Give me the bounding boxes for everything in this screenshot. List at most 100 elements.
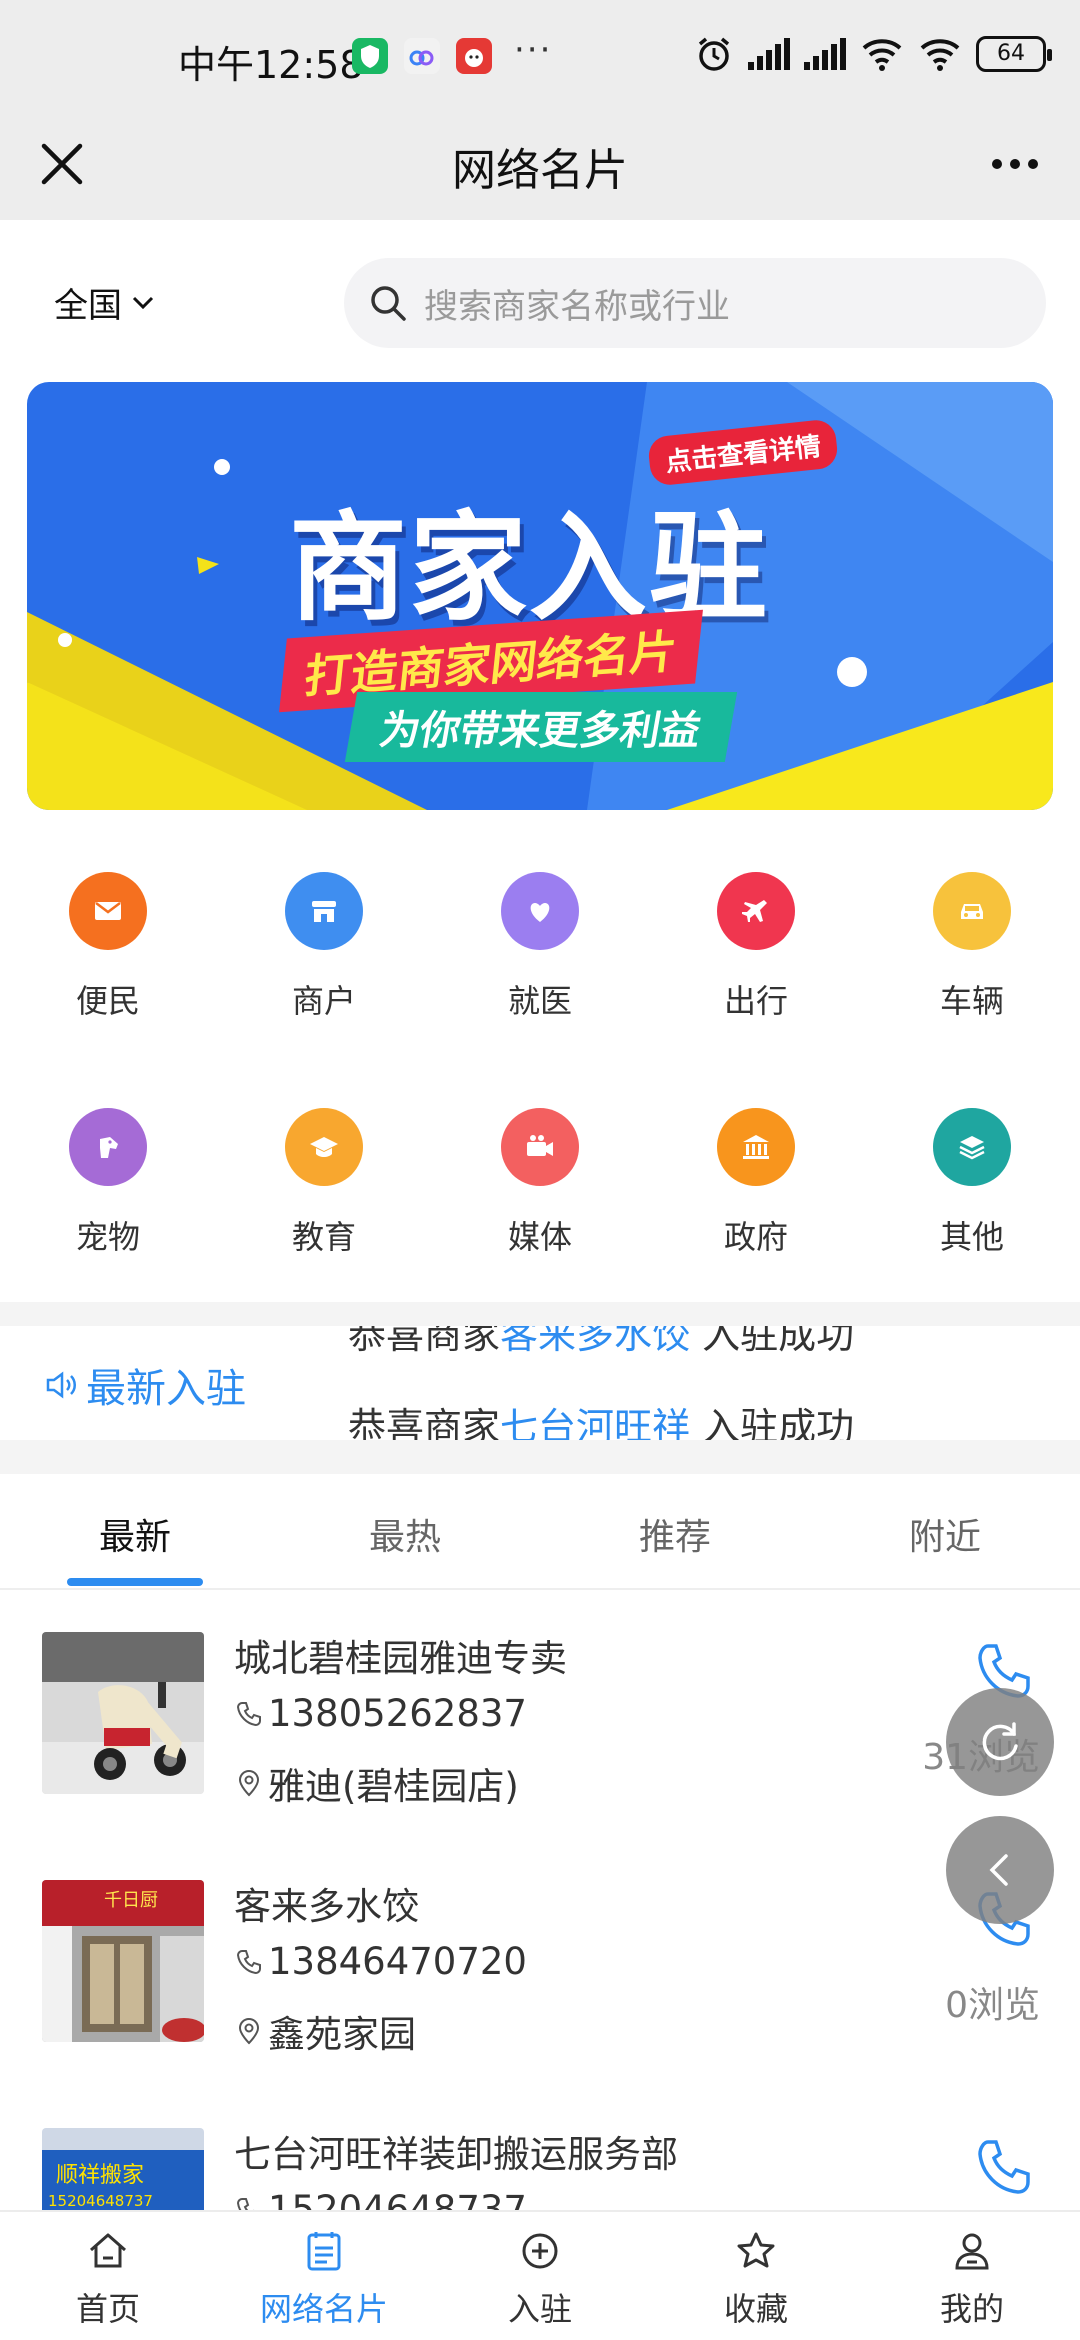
phone-number: 13805262837 xyxy=(268,1692,527,1735)
nav-join[interactable]: 入驻 xyxy=(432,2226,648,2330)
latest-join-notice[interactable]: 最新入驻 恭喜商家客来多水饺 入驻成功 恭喜商家七台河旺祥 入驻成功 xyxy=(0,1326,1080,1440)
dog-icon xyxy=(69,1108,147,1186)
category-label: 商户 xyxy=(291,982,356,1020)
nav-business-card[interactable]: 网络名片 xyxy=(216,2226,432,2330)
mascot-app-icon xyxy=(456,38,492,74)
ticker-prefix: 恭喜商家 xyxy=(348,1405,501,1440)
cloud-app-icon xyxy=(404,38,440,74)
more-options-button[interactable] xyxy=(980,132,1050,196)
card-list-icon xyxy=(307,2232,341,2271)
nav-label: 网络名片 xyxy=(259,2290,388,2328)
ticker-prefix: 恭喜商家 xyxy=(348,1326,501,1357)
tab-recommended[interactable]: 推荐 xyxy=(540,1508,810,1560)
notice-title: 最新入驻 xyxy=(86,1366,246,1412)
ticker-suffix: 入驻成功 xyxy=(702,1405,855,1440)
category-label: 宠物 xyxy=(75,1218,140,1256)
nav-home[interactable]: 首页 xyxy=(0,2226,216,2330)
view-count: 0浏览 xyxy=(945,1985,1040,2026)
search-input[interactable]: 搜索商家名称或行业 xyxy=(344,258,1046,348)
car-icon xyxy=(933,872,1011,950)
shop-sign-text: 千日厨 xyxy=(104,1890,158,1911)
layers-icon xyxy=(933,1108,1011,1186)
merchant-name: 城北碧桂园雅迪专卖 xyxy=(234,1637,567,1680)
phone-outline-icon xyxy=(236,1701,261,1726)
nav-favorites[interactable]: 收藏 xyxy=(648,2226,864,2330)
category-education[interactable]: 教育 xyxy=(216,1108,432,1258)
graduation-cap-icon xyxy=(285,1108,363,1186)
category-label: 便民 xyxy=(75,982,140,1020)
active-tab-indicator xyxy=(67,1578,203,1586)
ticker-suffix: 入驻成功 xyxy=(702,1326,855,1357)
cell-signal-icon xyxy=(748,38,790,70)
location-pin-icon xyxy=(238,1769,260,1797)
category-label: 教育 xyxy=(291,1218,356,1256)
refresh-button[interactable] xyxy=(946,1688,1054,1796)
search-placeholder: 搜索商家名称或行业 xyxy=(424,286,730,327)
category-media[interactable]: 媒体 xyxy=(432,1108,648,1258)
tab-hottest[interactable]: 最热 xyxy=(270,1508,540,1560)
category-label: 其他 xyxy=(939,1218,1004,1256)
nav-label: 我的 xyxy=(939,2290,1004,2328)
ticker-merchant-name: 七台河旺祥 xyxy=(500,1405,691,1440)
category-convenience[interactable]: 便民 xyxy=(0,872,216,1022)
wifi-icon xyxy=(920,39,960,71)
title-bar: 网络名片 xyxy=(0,110,1080,220)
nav-profile[interactable]: 我的 xyxy=(864,2226,1080,2330)
address-text: 雅迪(碧桂园店) xyxy=(268,1765,519,1808)
category-vehicles[interactable]: 车辆 xyxy=(864,872,1080,1022)
category-merchant[interactable]: 商户 xyxy=(216,872,432,1022)
speaker-icon xyxy=(46,1371,76,1399)
cell-signal-icon xyxy=(804,38,846,70)
page-title: 网络名片 xyxy=(452,145,628,196)
back-button[interactable] xyxy=(946,1816,1054,1924)
category-other[interactable]: 其他 xyxy=(864,1108,1080,1258)
mail-icon xyxy=(69,872,147,950)
tab-nearby[interactable]: 附近 xyxy=(810,1508,1080,1560)
wifi-icon xyxy=(862,39,902,71)
moving-phone-text: 15204648737 xyxy=(48,2192,153,2210)
listing-tabs: 最新 最热 推荐 附近 xyxy=(0,1474,1080,1590)
plane-icon xyxy=(717,872,795,950)
government-building-icon xyxy=(717,1108,795,1186)
chevron-down-icon xyxy=(132,296,154,309)
video-camera-icon xyxy=(501,1108,579,1186)
status-indicators: 64 xyxy=(694,34,1052,74)
divider xyxy=(0,1440,1080,1474)
address-text: 鑫苑家园 xyxy=(268,2013,416,2056)
ticker-item: 恭喜商家七台河旺祥 入驻成功 xyxy=(348,1396,854,1440)
list-item[interactable]: 千日厨 客来多水饺 13846470720 鑫苑家园 0浏览 xyxy=(0,1838,1080,2086)
divider xyxy=(0,1302,1080,1326)
app-screen: 中午12:58 ··· 64 网络名片 全国 搜索商家名称或行业 点击查看详情 … xyxy=(0,0,1080,2340)
category-label: 就医 xyxy=(507,982,572,1020)
nav-label: 收藏 xyxy=(723,2290,788,2328)
nav-label: 首页 xyxy=(75,2290,140,2328)
nav-label: 入驻 xyxy=(507,2290,572,2328)
battery-indicator: 64 xyxy=(976,36,1052,72)
category-medical[interactable]: 就医 xyxy=(432,872,648,1022)
ticker-item: 恭喜商家客来多水饺 入驻成功 xyxy=(348,1326,854,1359)
promo-banner[interactable]: 点击查看详情 商家入驻 打造商家网络名片 为你带来更多利益 xyxy=(27,382,1053,810)
user-icon xyxy=(955,2233,989,2270)
merchant-address: 雅迪(碧桂园店) xyxy=(234,1756,519,1810)
category-travel[interactable]: 出行 xyxy=(648,872,864,1022)
moving-sign-text: 顺祥搬家 xyxy=(56,2163,144,2188)
refresh-icon xyxy=(982,1722,1018,1761)
store-icon xyxy=(285,872,363,950)
region-selector[interactable]: 全国 xyxy=(54,278,158,327)
shield-app-icon xyxy=(352,38,388,74)
category-government[interactable]: 政府 xyxy=(648,1108,864,1258)
merchant-phone[interactable]: 13846470720 xyxy=(234,1940,527,1983)
tab-newest[interactable]: 最新 xyxy=(0,1508,270,1560)
status-bar: 中午12:58 ··· 64 xyxy=(0,0,1080,110)
category-pets[interactable]: 宠物 xyxy=(0,1108,216,1258)
merchant-phone[interactable]: 13805262837 xyxy=(234,1692,527,1735)
list-item[interactable]: 城北碧桂园雅迪专卖 13805262837 雅迪(碧桂园店) 31浏览 xyxy=(0,1590,1080,1838)
merchant-name: 七台河旺祥装卸搬运服务部 xyxy=(234,2133,678,2176)
merchant-thumbnail: 千日厨 xyxy=(42,1880,204,2042)
home-icon xyxy=(90,2233,126,2268)
alarm-icon xyxy=(698,37,730,71)
status-more-dots: ··· xyxy=(514,30,553,70)
star-icon xyxy=(737,2232,775,2268)
category-label: 车辆 xyxy=(939,982,1004,1020)
call-phone-icon[interactable] xyxy=(972,2136,1036,2200)
